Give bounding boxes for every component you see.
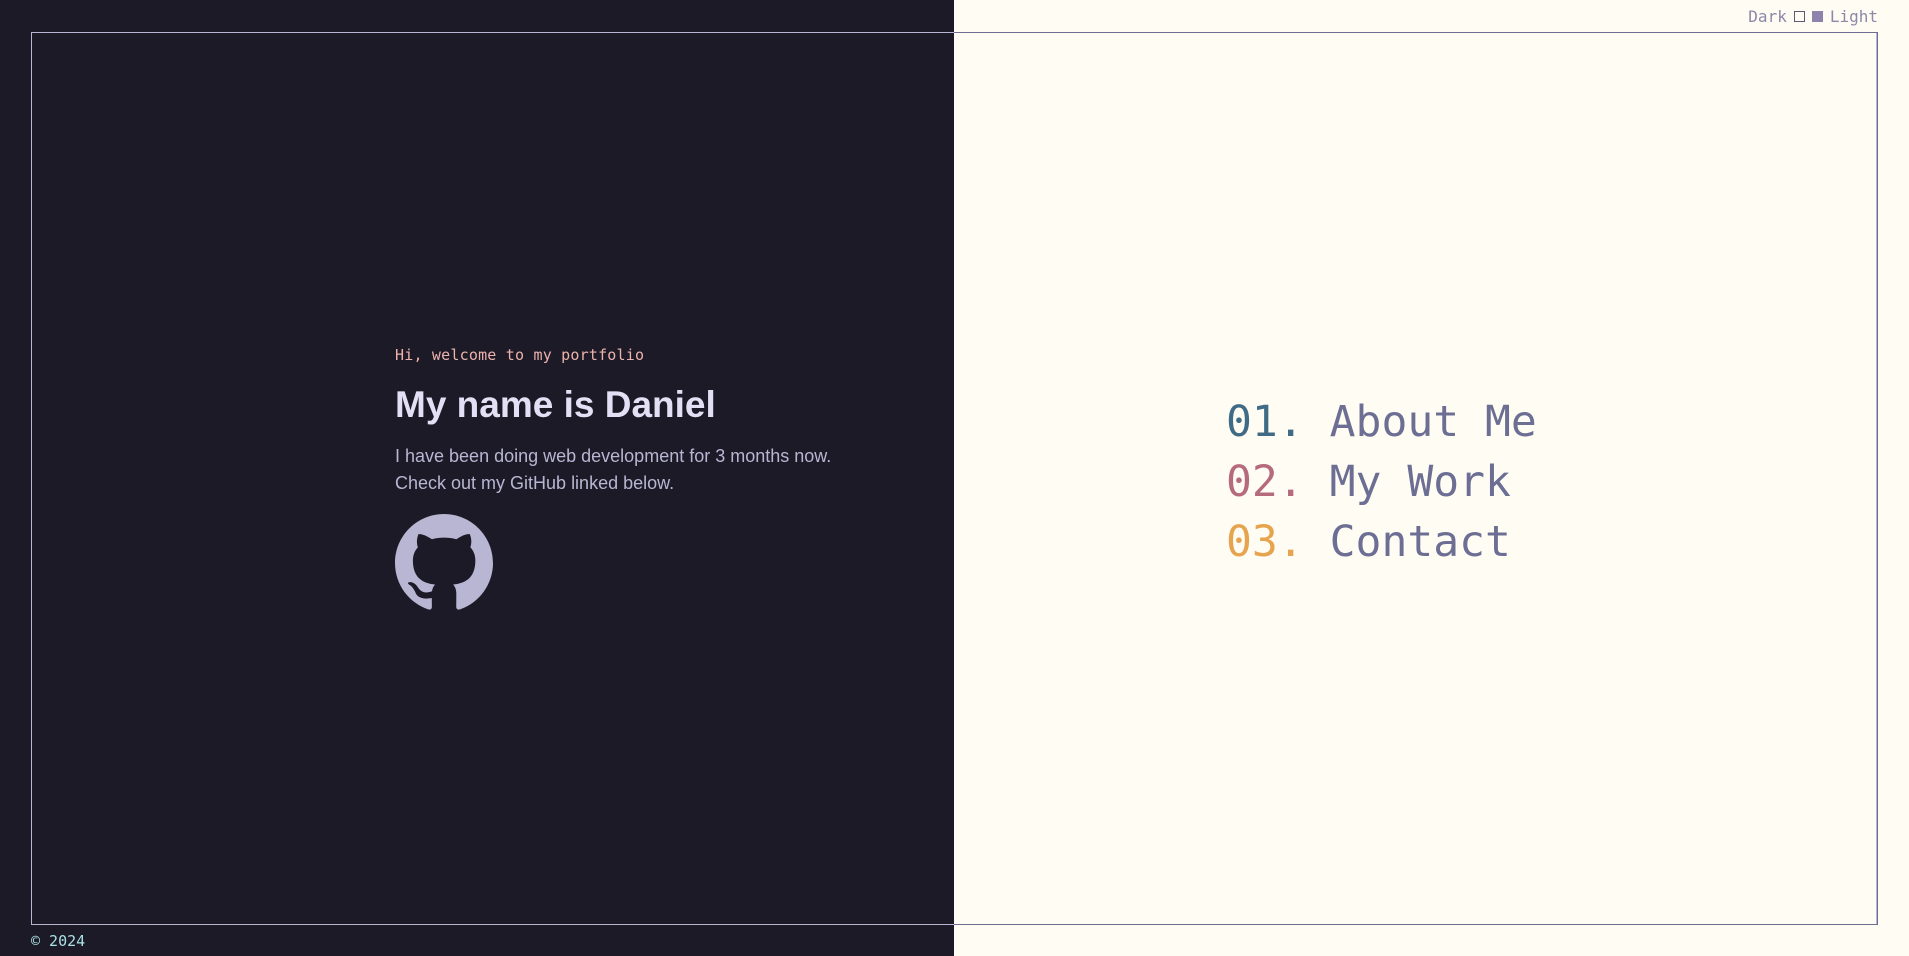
nav-item-contact[interactable]: 03. Contact [1226, 512, 1537, 572]
hero-section: Hi, welcome to my portfolio My name is D… [395, 346, 915, 616]
nav-label: My Work [1329, 457, 1511, 507]
main-nav: 01. About Me 02. My Work 03. Contact [1226, 392, 1537, 572]
nav-number: 02. [1226, 457, 1304, 507]
page-title: My name is Daniel [395, 384, 716, 425]
greeting-text: Hi, welcome to my portfolio [395, 346, 645, 364]
theme-light-checkbox[interactable] [1811, 11, 1823, 22]
nav-number: 01. [1226, 397, 1304, 447]
nav-item-about-me[interactable]: 01. About Me [1226, 392, 1537, 452]
nav-item-my-work[interactable]: 02. My Work [1226, 452, 1537, 512]
theme-dark-label[interactable]: Dark [1748, 7, 1787, 26]
nav-label: About Me [1329, 397, 1537, 447]
bio-text: I have been doing web development for 3 … [395, 443, 915, 497]
copyright: © 2024 [31, 932, 86, 950]
theme-toggle: Dark Light [1748, 7, 1878, 26]
github-icon [395, 513, 493, 610]
nav-number: 03. [1226, 517, 1304, 567]
bio-line-1: I have been doing web development for 3 … [395, 445, 832, 466]
github-link[interactable] [395, 513, 493, 612]
bio-line-2: Check out my GitHub linked below. [395, 472, 675, 493]
theme-light-label[interactable]: Light [1830, 7, 1878, 26]
theme-dark-checkbox[interactable] [1793, 11, 1805, 22]
nav-label: Contact [1329, 517, 1511, 567]
